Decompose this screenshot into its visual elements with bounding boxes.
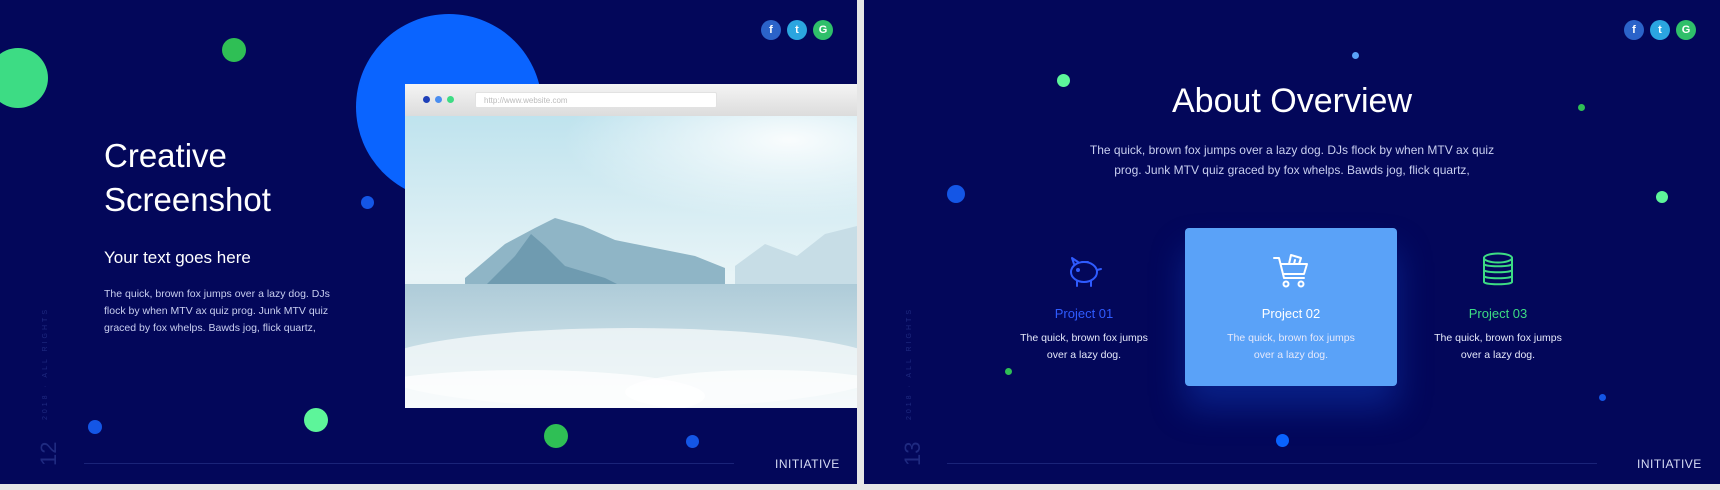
footer-divider [947, 463, 1597, 464]
decor-circle [1352, 52, 1359, 59]
decor-circle [947, 185, 965, 203]
decor-circle [686, 435, 699, 448]
project-text: The quick, brown fox jumps over a lazy d… [1020, 332, 1148, 361]
project-card-02[interactable]: Project 02 The quick, brown fox jumps ov… [1185, 228, 1397, 386]
browser-mockup: http://www.website.com [405, 84, 857, 408]
page-title: Creative Screenshot [104, 137, 271, 218]
project-title: Project 02 [1261, 306, 1321, 321]
google-plus-icon[interactable]: G [813, 20, 833, 40]
project-card-03[interactable]: Project 03 The quick, brown fox jumps ov… [1392, 228, 1604, 386]
browser-toolbar: http://www.website.com [405, 84, 857, 116]
window-dot-icon [423, 96, 430, 103]
decor-circle [304, 408, 328, 432]
project-text: The quick, brown fox jumps over a lazy d… [1227, 332, 1355, 361]
social-links: f t G [1624, 20, 1696, 40]
page-number: 12 [36, 441, 61, 466]
twitter-icon[interactable]: t [787, 20, 807, 40]
project-title: Project 03 [1468, 306, 1528, 321]
coins-icon [1483, 252, 1513, 286]
url-field[interactable]: http://www.website.com [475, 92, 717, 108]
footer-divider [84, 463, 734, 464]
facebook-icon[interactable]: f [761, 20, 781, 40]
decor-circle [1656, 191, 1668, 203]
mountain-photo [405, 116, 857, 408]
decor-circle [222, 38, 246, 62]
decor-circle [88, 420, 102, 434]
page-number: 13 [900, 441, 925, 466]
social-links: f t G [761, 20, 833, 40]
decor-circle [1276, 434, 1289, 447]
project-card-01[interactable]: Project 01 The quick, brown fox jumps ov… [978, 228, 1190, 386]
vertical-meta-text: 2018 · ALL RIGHTS [42, 307, 49, 420]
slide-creative-screenshot: f t G Creative Screenshot Your text goes… [0, 0, 857, 484]
facebook-icon[interactable]: f [1624, 20, 1644, 40]
piggy-bank-icon [1070, 257, 1102, 287]
subtitle: Your text goes here [104, 248, 251, 267]
footer-brand: INITIATIVE [775, 457, 840, 471]
google-plus-icon[interactable]: G [1676, 20, 1696, 40]
body-text: The quick, brown fox jumps over a lazy d… [1089, 143, 1495, 177]
shopping-cart-icon [1273, 254, 1308, 288]
window-dot-icon [447, 96, 454, 103]
project-title: Project 01 [1054, 306, 1114, 321]
decor-circle [0, 48, 48, 108]
project-text: The quick, brown fox jumps over a lazy d… [1434, 332, 1562, 361]
window-dot-icon [435, 96, 442, 103]
vertical-meta-text: 2018 · ALL RIGHTS [906, 307, 913, 420]
twitter-icon[interactable]: t [1650, 20, 1670, 40]
footer-brand: INITIATIVE [1637, 457, 1702, 471]
decor-circle [1599, 394, 1606, 401]
body-text: The quick, brown fox jumps over a lazy d… [104, 288, 330, 334]
decor-circle [544, 424, 568, 448]
page-title: About Overview [1172, 82, 1412, 120]
slide-about-overview: f t G About Overview The quick, brown fo… [864, 0, 1720, 484]
